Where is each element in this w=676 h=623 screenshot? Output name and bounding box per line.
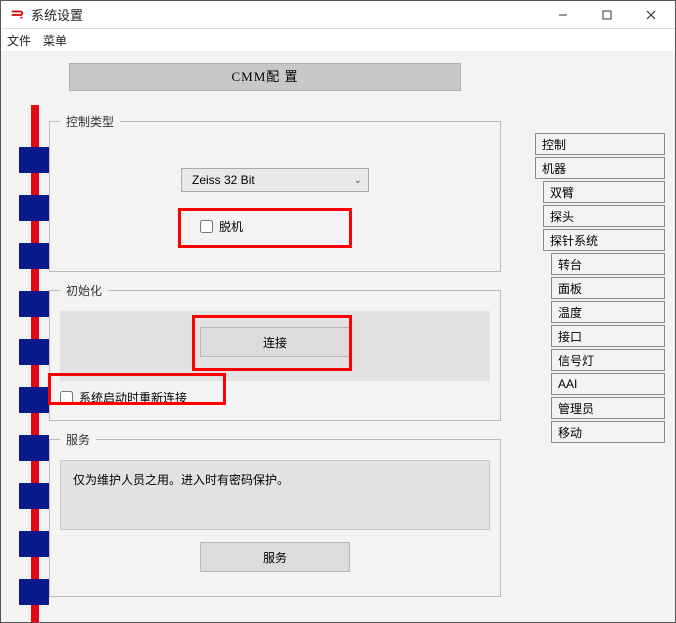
offline-checkbox-row[interactable]: 脱机	[200, 218, 243, 235]
connect-button[interactable]: 连接	[200, 327, 350, 357]
left-tab-1[interactable]	[19, 147, 49, 173]
nav-interface[interactable]: 接口	[551, 325, 665, 347]
nav-signal-light[interactable]: 信号灯	[551, 349, 665, 371]
service-button-label: 服务	[263, 549, 287, 566]
right-nav-panel: 控制 机器 双臂 探头 探针系统 转台 面板 温度 接口 信号灯 AAI 管理员…	[535, 133, 665, 445]
dropdown-value: Zeiss 32 Bit	[192, 173, 255, 187]
service-button[interactable]: 服务	[200, 542, 350, 572]
nav-probe[interactable]: 探头	[543, 205, 665, 227]
main-content: 控制类型 Zeiss 32 Bit ⌄ 脱机 初始化 连接	[49, 113, 501, 622]
left-tab-8[interactable]	[19, 483, 49, 509]
chevron-down-icon: ⌄	[354, 175, 362, 186]
left-tab-5[interactable]	[19, 339, 49, 365]
control-type-dropdown[interactable]: Zeiss 32 Bit ⌄	[181, 168, 369, 192]
nav-control[interactable]: 控制	[535, 133, 665, 155]
left-tab-9[interactable]	[19, 531, 49, 557]
close-button[interactable]	[629, 2, 673, 28]
init-group: 初始化 连接 系统启动时重新连接	[49, 282, 501, 421]
nav-turntable[interactable]: 转台	[551, 253, 665, 275]
client-area: CMM配 置 控制类型 Zeiss 32 Bit ⌄ 脱机	[1, 51, 675, 622]
left-tab-2[interactable]	[19, 195, 49, 221]
window-controls	[541, 2, 673, 28]
reconnect-checkbox-row[interactable]: 系统启动时重新连接	[60, 389, 490, 406]
maximize-button[interactable]	[585, 2, 629, 28]
menu-menu[interactable]: 菜单	[43, 32, 67, 49]
offline-checkbox[interactable]	[200, 220, 213, 233]
reconnect-checkbox[interactable]	[60, 391, 73, 404]
left-tab-6[interactable]	[19, 387, 49, 413]
control-type-legend: 控制类型	[60, 113, 120, 130]
nav-admin[interactable]: 管理员	[551, 397, 665, 419]
titlebar: 系统设置	[1, 1, 675, 29]
nav-aai[interactable]: AAI	[551, 373, 665, 395]
nav-panel[interactable]: 面板	[551, 277, 665, 299]
window-title: 系统设置	[31, 5, 541, 24]
init-inner: 连接	[60, 311, 490, 381]
nav-machine[interactable]: 机器	[535, 157, 665, 179]
offline-label: 脱机	[219, 218, 243, 235]
app-window: 系统设置 文件 菜单 CMM配 置	[0, 0, 676, 623]
service-legend: 服务	[60, 431, 96, 448]
page-banner: CMM配 置	[69, 63, 461, 91]
app-icon	[9, 7, 25, 23]
minimize-button[interactable]	[541, 2, 585, 28]
left-tab-7[interactable]	[19, 435, 49, 461]
service-group: 服务 仅为维护人员之用。进入时有密码保护。 服务	[49, 431, 501, 597]
control-type-group: 控制类型 Zeiss 32 Bit ⌄ 脱机	[49, 113, 501, 272]
left-tab-3[interactable]	[19, 243, 49, 269]
nav-temperature[interactable]: 温度	[551, 301, 665, 323]
left-tab-4[interactable]	[19, 291, 49, 317]
nav-stylus-system[interactable]: 探针系统	[543, 229, 665, 251]
nav-dual-arm[interactable]: 双臂	[543, 181, 665, 203]
reconnect-label: 系统启动时重新连接	[79, 389, 187, 406]
init-legend: 初始化	[60, 282, 108, 299]
nav-move[interactable]: 移动	[551, 421, 665, 443]
left-tab-10[interactable]	[19, 579, 49, 605]
service-message: 仅为维护人员之用。进入时有密码保护。	[60, 460, 490, 530]
menu-file[interactable]: 文件	[7, 32, 31, 49]
menubar: 文件 菜单	[1, 29, 675, 51]
offline-checkbox-container: 脱机	[190, 208, 360, 245]
connect-button-label: 连接	[263, 334, 287, 351]
